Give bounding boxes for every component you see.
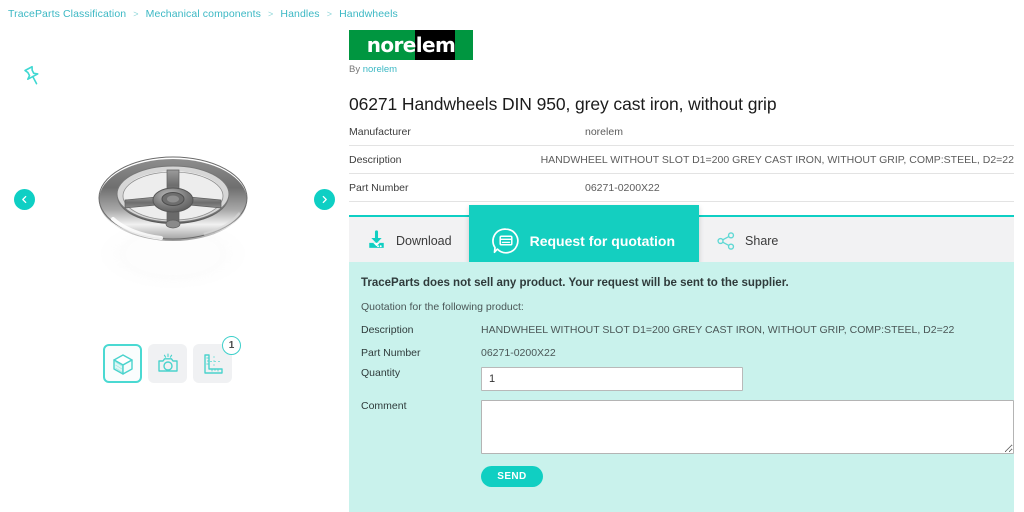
logo-text: norelem [366, 33, 456, 57]
tool-photo-view[interactable] [148, 344, 187, 383]
breadcrumb-item-1[interactable]: Mechanical components [146, 8, 261, 20]
page-title: 06271 Handwheels DIN 950, grey cast iron… [349, 93, 777, 114]
byline-prefix: By [349, 64, 361, 75]
ruler-icon [203, 353, 223, 374]
breadcrumb-item-2[interactable]: Handles [280, 8, 319, 20]
quotation-description-label: Description [361, 324, 414, 336]
spec-value: 06271-0200X22 [585, 181, 660, 194]
quotation-part-number-row: Part Number 06271-0200X22 [361, 347, 556, 359]
chevron-right-icon [322, 195, 327, 204]
pin-icon[interactable] [20, 64, 46, 90]
quotation-form: TraceParts does not sell any product. Yo… [349, 262, 1014, 512]
product-details-panel: norelem By norelem 06271 Handwheels DIN … [345, 26, 1024, 512]
quotation-description-row: Description HANDWHEEL WITHOUT SLOT D1=20… [361, 324, 954, 336]
spec-value: norelem [585, 125, 623, 138]
brand-logo[interactable]: norelem [349, 30, 473, 60]
quote-bubble-icon [491, 226, 521, 256]
quotation-part-number-value: 06271-0200X22 [481, 347, 556, 359]
tab-share[interactable]: Share [699, 217, 795, 264]
action-tab-bar: Download Request for quotation Share [349, 205, 1014, 264]
byline-brand-link[interactable]: norelem [363, 64, 397, 75]
breadcrumb-item-0[interactable]: TraceParts Classification [8, 8, 126, 20]
camera-icon [157, 352, 178, 372]
cube-icon [112, 353, 133, 375]
tab-request-for-quotation[interactable]: Request for quotation [468, 205, 700, 264]
previous-image-button[interactable] [14, 189, 35, 210]
download-icon [366, 230, 387, 251]
drawing-view-badge: 1 [222, 336, 241, 355]
table-row: Manufacturer norelem [349, 118, 1014, 146]
chevron-left-icon [22, 195, 27, 204]
tab-download[interactable]: Download [349, 217, 469, 264]
tool-3d-view[interactable] [103, 344, 142, 383]
quantity-input[interactable] [481, 367, 743, 391]
tab-label: Download [396, 233, 452, 248]
viewer-tools: 1 [103, 336, 241, 383]
spec-value: HANDWHEEL WITHOUT SLOT D1=200 GREY CAST … [540, 153, 1014, 166]
table-row: Part Number 06271-0200X22 [349, 174, 1014, 202]
share-nodes-icon [716, 231, 736, 251]
quotation-part-number-label: Part Number [361, 347, 421, 359]
product-viewer[interactable]: 1 [0, 26, 345, 512]
handwheel-3d-model[interactable] [55, 116, 295, 306]
spec-key: Description [349, 153, 402, 166]
tab-label: Share [745, 233, 779, 248]
comment-label: Comment [361, 400, 407, 412]
breadcrumb-separator: > [268, 9, 274, 19]
breadcrumb-item-3[interactable]: Handwheels [339, 8, 398, 20]
quotation-subtitle: Quotation for the following product: [361, 301, 524, 313]
spec-key: Manufacturer [349, 125, 411, 138]
quantity-label: Quantity [361, 367, 401, 379]
breadcrumb-separator: > [133, 9, 139, 19]
breadcrumb: TraceParts Classification > Mechanical c… [8, 8, 398, 20]
tab-label: Request for quotation [529, 232, 676, 249]
quantity-row: Quantity [361, 367, 743, 391]
comment-row: Comment [361, 400, 1014, 454]
specification-table: Manufacturer norelem Description HANDWHE… [349, 118, 1014, 202]
comment-textarea[interactable] [481, 400, 1014, 454]
send-button[interactable]: SEND [481, 466, 543, 487]
breadcrumb-separator: > [326, 9, 333, 19]
tool-drawing-view[interactable]: 1 [193, 336, 241, 383]
brand-byline: By norelem [349, 64, 397, 75]
quotation-description-value: HANDWHEEL WITHOUT SLOT D1=200 GREY CAST … [481, 324, 955, 336]
spec-key: Part Number [349, 181, 409, 194]
table-row: Description HANDWHEEL WITHOUT SLOT D1=20… [349, 146, 1014, 174]
quotation-notice: TraceParts does not sell any product. Yo… [361, 277, 789, 289]
next-image-button[interactable] [314, 189, 335, 210]
product-page: TraceParts Classification > Mechanical c… [0, 0, 1024, 512]
